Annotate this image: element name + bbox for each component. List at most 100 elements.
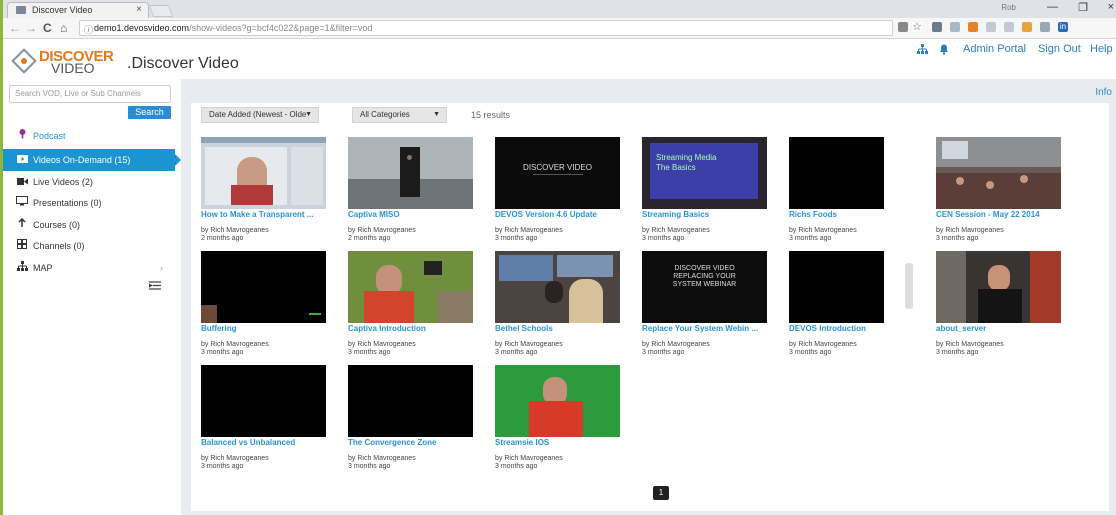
restore-button[interactable]: ❐ — [1078, 1, 1088, 14]
video-thumbnail[interactable] — [936, 137, 1061, 209]
video-title[interactable]: Bethel Schools — [495, 324, 625, 333]
search-button[interactable]: Search — [128, 106, 171, 119]
extension-circle-icon[interactable] — [986, 22, 996, 32]
monitor-icon — [15, 192, 29, 214]
video-thumbnail[interactable]: DISCOVER VIDEO — [495, 137, 620, 209]
video-title[interactable]: Balanced vs Unbalanced — [201, 438, 331, 447]
video-title[interactable]: DEVOS Introduction — [789, 324, 919, 333]
video-tile[interactable]: Streaming Media The Basics Streaming Bas… — [642, 137, 782, 243]
collapse-sidebar-icon[interactable] — [148, 281, 161, 293]
sidebar-item-channels[interactable]: Channels (0) — [3, 235, 175, 257]
video-thumbnail[interactable] — [789, 251, 884, 323]
video-thumbnail[interactable]: Streaming Media The Basics — [642, 137, 767, 209]
close-window-button[interactable]: × — [1108, 1, 1114, 13]
search-input[interactable]: Search VOD, Live or Sub Channels — [9, 85, 171, 103]
sidebar-item-videos-on-demand[interactable]: Videos On-Demand (15) — [3, 149, 181, 171]
extension-cast-icon[interactable] — [932, 22, 942, 32]
help-link[interactable]: Help — [1090, 43, 1113, 55]
video-title[interactable]: Streamsie IOS — [495, 438, 625, 447]
sidebar-item-podcast[interactable]: Podcast — [3, 125, 175, 147]
video-tile[interactable]: DEVOS Introduction by Rich Mavrogeanes 3… — [789, 251, 929, 357]
video-tile[interactable]: CEN Session - May 22 2014 by Rich Mavrog… — [936, 137, 1076, 243]
video-tile[interactable]: DISCOVER VIDEO REPLACING YOUR SYSTEM WEB… — [642, 251, 782, 357]
video-title[interactable]: The Convergence Zone — [348, 438, 478, 447]
new-tab-button[interactable] — [148, 5, 174, 17]
category-dropdown[interactable]: All Categories ▼ — [352, 107, 447, 123]
video-tile[interactable]: Richs Foods by Rich Mavrogeanes 3 months… — [789, 137, 929, 243]
pagination-page-1[interactable]: 1 — [653, 486, 669, 500]
tab-close-icon[interactable]: × — [136, 4, 142, 15]
extension-orange-icon[interactable] — [1022, 22, 1032, 32]
video-title[interactable]: How to Make a Transparent ... — [201, 210, 331, 219]
video-title[interactable]: about_server — [936, 324, 1066, 333]
video-title[interactable]: Captiva MISO — [348, 210, 478, 219]
video-title[interactable]: Streaming Basics — [642, 210, 772, 219]
video-date: 3 months ago — [495, 235, 538, 242]
sign-out-link[interactable]: Sign Out — [1038, 43, 1081, 55]
video-thumbnail[interactable] — [201, 137, 326, 209]
url-field[interactable]: ⓘ demo1.devosvideo.com/show-videos?g=bcf… — [79, 20, 893, 36]
video-thumbnail[interactable] — [495, 365, 620, 437]
key-icon[interactable] — [898, 22, 908, 32]
video-tile[interactable]: about_server by Rich Mavrogeanes 3 month… — [936, 251, 1076, 357]
video-tile[interactable]: Bethel Schools by Rich Mavrogeanes 3 mon… — [495, 251, 635, 357]
video-thumbnail[interactable] — [348, 137, 473, 209]
info-link[interactable]: Info — [1095, 87, 1112, 98]
video-thumbnail[interactable] — [348, 365, 473, 437]
forward-button[interactable]: → — [25, 21, 37, 35]
extension-box-icon[interactable] — [1004, 22, 1014, 32]
video-tile[interactable]: The Convergence Zone by Rich Mavrogeanes… — [348, 365, 488, 471]
video-tile[interactable]: Buffering by Rich Mavrogeanes 3 months a… — [201, 251, 341, 357]
video-tile[interactable]: DISCOVER VIDEO DEVOS Version 4.6 Update … — [495, 137, 635, 243]
video-thumbnail[interactable]: DISCOVER VIDEO REPLACING YOUR SYSTEM WEB… — [642, 251, 767, 323]
back-button[interactable]: ← — [9, 21, 21, 35]
video-tile[interactable]: Streamsie IOS by Rich Mavrogeanes 3 mont… — [495, 365, 635, 471]
linkedin-icon[interactable]: in — [1058, 22, 1068, 32]
star-icon[interactable]: ☆ — [912, 22, 922, 33]
video-title[interactable]: DEVOS Version 4.6 Update — [495, 210, 625, 219]
bell-icon[interactable] — [939, 44, 949, 58]
video-thumbnail[interactable] — [495, 251, 620, 323]
video-thumbnail[interactable] — [201, 251, 326, 323]
site-info-icon[interactable]: ⓘ — [84, 23, 93, 36]
video-date: 2 months ago — [201, 235, 244, 242]
extension-person-icon[interactable] — [1040, 22, 1050, 32]
video-tile[interactable]: How to Make a Transparent ... by Rich Ma… — [201, 137, 341, 243]
video-thumbnail[interactable] — [936, 251, 1061, 323]
video-title[interactable]: Richs Foods — [789, 210, 919, 219]
sidebar-item-presentations[interactable]: Presentations (0) — [3, 192, 175, 214]
extension-arrows-icon[interactable] — [950, 22, 960, 32]
browser-user-label[interactable]: Rob — [1001, 3, 1016, 12]
admin-portal-link[interactable]: Admin Portal — [963, 43, 1026, 55]
video-author: by Rich Mavrogeanes — [348, 455, 416, 462]
video-title[interactable]: Replace Your System Webin ... — [642, 324, 772, 333]
video-tile[interactable]: Captiva MISO by Rich Mavrogeanes 2 month… — [348, 137, 488, 243]
logo-text-video: VIDEO — [51, 60, 95, 76]
sitemap-icon — [15, 257, 29, 279]
video-title[interactable]: CEN Session - May 22 2014 — [936, 210, 1066, 219]
course-icon — [15, 214, 29, 236]
minimize-button[interactable]: — — [1047, 1, 1058, 13]
extension-mail-icon[interactable] — [968, 22, 978, 32]
video-thumbnail[interactable] — [201, 365, 326, 437]
logo-mark-icon — [11, 48, 37, 74]
grid-icon — [15, 235, 29, 257]
video-date: 3 months ago — [495, 463, 538, 470]
video-tile[interactable]: Captiva Introduction by Rich Mavrogeanes… — [348, 251, 488, 357]
video-date: 3 months ago — [201, 463, 244, 470]
video-title[interactable]: Buffering — [201, 324, 331, 333]
sidebar-item-courses[interactable]: Courses (0) — [3, 214, 175, 236]
discover-video-logo[interactable]: DISCOVER VIDEO — [11, 47, 135, 76]
video-thumbnail[interactable] — [789, 137, 884, 209]
sort-dropdown[interactable]: Date Added (Newest - Olde ▼ — [201, 107, 319, 123]
video-thumbnail[interactable] — [348, 251, 473, 323]
sidebar-item-live-videos[interactable]: Live Videos (2) — [3, 171, 175, 193]
video-title[interactable]: Captiva Introduction — [348, 324, 478, 333]
home-button[interactable]: ⌂ — [60, 21, 67, 35]
video-author: by Rich Mavrogeanes — [201, 227, 269, 234]
browser-tab[interactable]: Discover Video × — [7, 2, 149, 18]
sitemap-icon[interactable] — [917, 44, 928, 57]
reload-button[interactable]: C — [43, 21, 52, 35]
video-tile[interactable]: Balanced vs Unbalanced by Rich Mavrogean… — [201, 365, 341, 471]
sidebar-item-map[interactable]: MAP › — [3, 257, 175, 279]
